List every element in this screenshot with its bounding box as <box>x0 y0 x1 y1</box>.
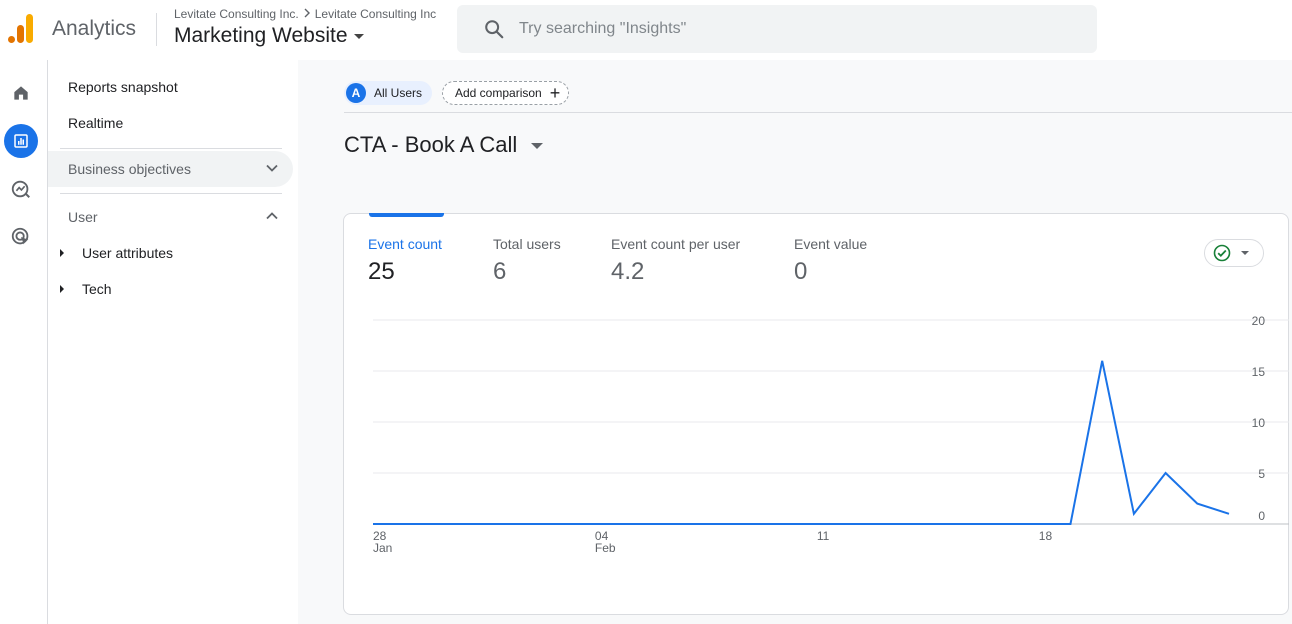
breadcrumb-account: Levitate Consulting Inc. <box>174 7 299 21</box>
y-tick-label: 5 <box>1258 467 1265 481</box>
comparison-divider <box>344 112 1292 113</box>
search-bar[interactable] <box>457 5 1097 53</box>
reports-nav: Reports snapshot Realtime Business objec… <box>48 60 298 624</box>
x-tick-month-label: Feb <box>595 541 616 555</box>
top-bar: Analytics Levitate Consulting Inc. Levita… <box>0 0 1292 60</box>
app-name: Analytics <box>52 17 137 40</box>
reports-icon[interactable] <box>4 124 38 158</box>
nav-divider <box>60 193 282 194</box>
nav-user-label: User <box>68 209 98 225</box>
nav-business-objectives[interactable]: Business objectives <box>48 151 293 187</box>
main-content: A All Users Add comparison + CTA - Book … <box>298 60 1292 624</box>
series-line-event-count <box>373 360 1230 525</box>
search-icon <box>485 20 504 39</box>
expand-arrow-icon <box>60 285 64 294</box>
chevron-up-icon <box>266 212 278 220</box>
add-comparison-button[interactable]: Add comparison + <box>442 81 570 105</box>
report-title: CTA - Book A Call <box>344 132 518 157</box>
header-divider <box>156 13 157 46</box>
nav-user-section[interactable]: User <box>48 206 293 228</box>
metrics-card: Event count 25 Total users 6 Event count… <box>343 213 1289 615</box>
search-input[interactable] <box>519 5 1079 53</box>
nav-realtime[interactable]: Realtime <box>68 115 123 131</box>
explore-icon[interactable] <box>4 172 38 206</box>
property-name: Marketing Website <box>174 24 348 47</box>
nav-tech[interactable]: Tech <box>60 281 112 297</box>
add-comparison-label: Add comparison <box>455 86 542 100</box>
caret-down-icon <box>531 143 544 150</box>
nav-reports-snapshot[interactable]: Reports snapshot <box>68 79 178 95</box>
all-users-chip[interactable]: A All Users <box>344 81 433 105</box>
plus-icon: + <box>549 83 561 103</box>
breadcrumb[interactable]: Levitate Consulting Inc. Levitate Consult… <box>174 7 436 21</box>
x-tick-month-label: Jan <box>373 541 392 555</box>
breadcrumb-property: Levitate Consulting Inc <box>314 7 437 21</box>
x-tick-label: 11 <box>817 529 830 543</box>
property-selector[interactable]: Marketing Website <box>174 24 364 48</box>
event-count-chart: 0510152028Jan04Feb11 18 <box>373 314 1289 555</box>
analytics-logo-icon[interactable] <box>8 14 36 44</box>
nav-user-attributes-label: User attributes <box>82 245 174 261</box>
segment-avatar: A <box>346 83 366 103</box>
expand-arrow-icon <box>60 249 64 258</box>
left-rail <box>0 60 48 624</box>
chevron-right-icon <box>303 7 311 21</box>
nav-business-objectives-label: Business objectives <box>68 161 191 177</box>
y-tick-label: 0 <box>1258 509 1265 523</box>
caret-down-icon <box>353 33 364 39</box>
y-tick-label: 10 <box>1252 416 1266 430</box>
all-users-label: All Users <box>374 86 423 100</box>
nav-divider <box>60 148 282 149</box>
nav-tech-label: Tech <box>82 281 112 297</box>
y-tick-label: 20 <box>1252 314 1266 328</box>
chevron-down-icon <box>266 164 278 172</box>
report-title-selector[interactable]: CTA - Book A Call <box>344 132 544 158</box>
x-tick-label: 18 <box>1039 529 1053 543</box>
nav-user-attributes[interactable]: User attributes <box>60 245 173 261</box>
y-tick-label: 15 <box>1252 365 1266 379</box>
home-icon[interactable] <box>4 76 38 110</box>
advertising-icon[interactable] <box>4 220 38 254</box>
